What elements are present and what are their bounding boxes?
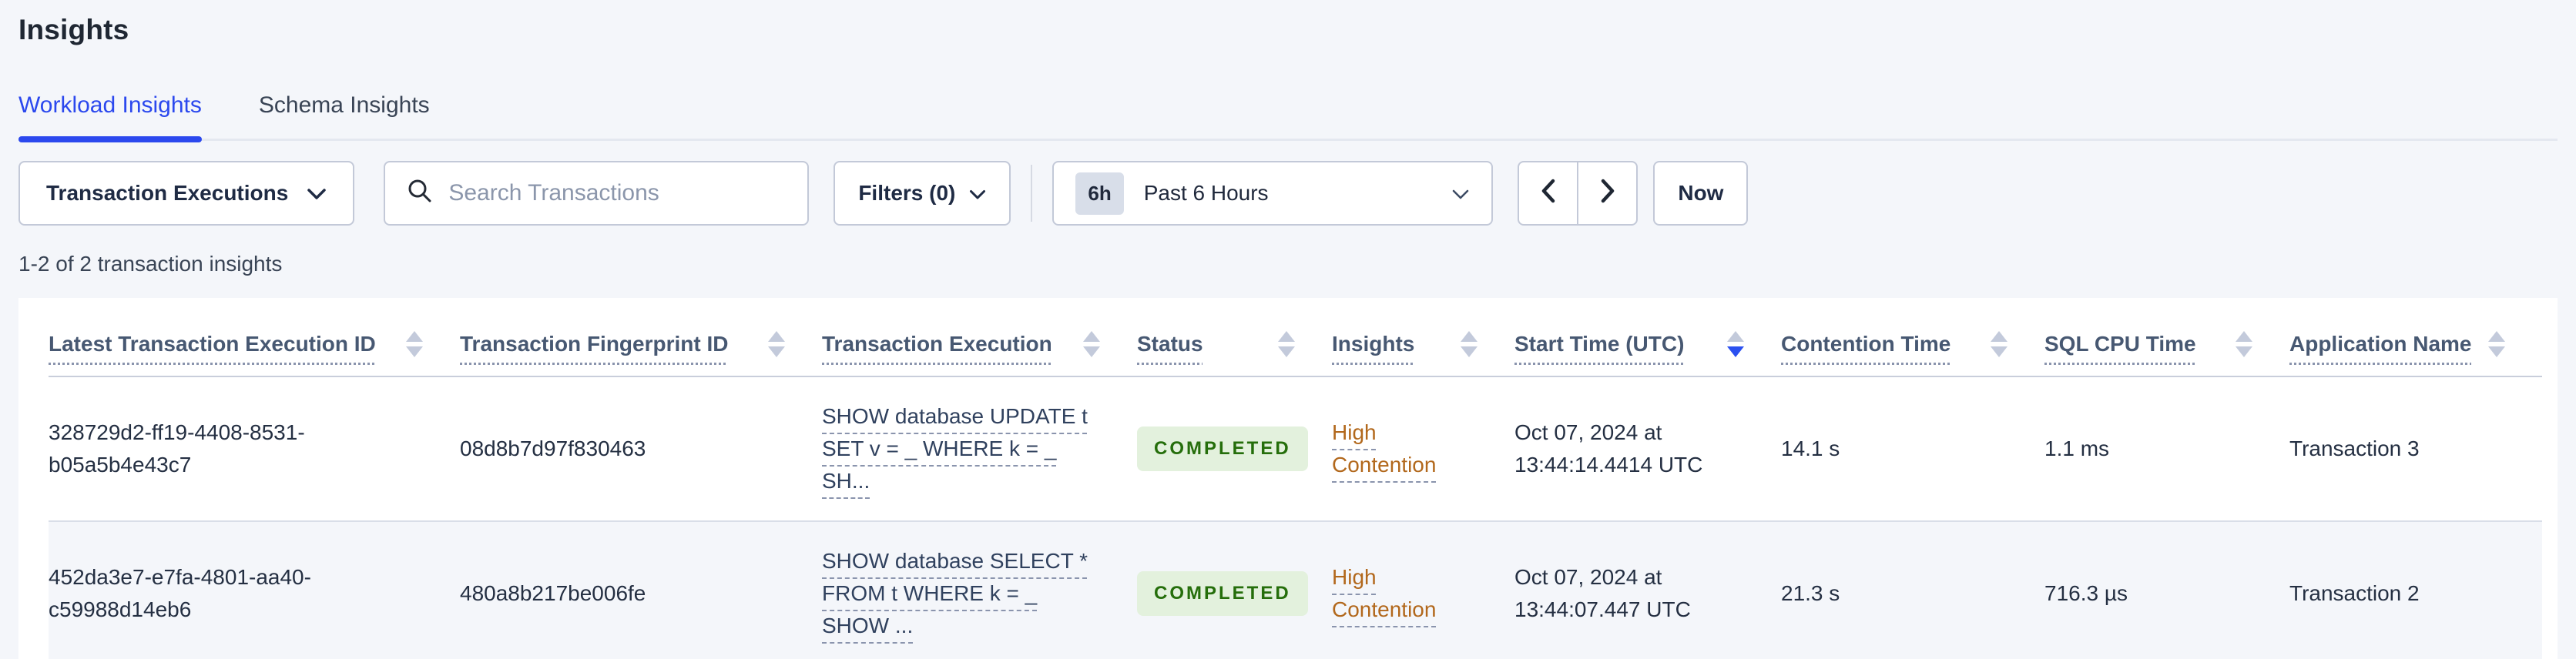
column-header-sql-cpu-time: SQL CPU Time: [2044, 298, 2289, 378]
cell-insights: High Contention: [1332, 376, 1514, 523]
chevron-down-icon: [969, 181, 986, 206]
sort-toggle-icon[interactable]: [2236, 330, 2252, 357]
cell-fingerprint-id: 480a8b217be006fe: [460, 521, 822, 659]
transaction-query-link[interactable]: SHOW database UPDATE t SET v = _ WHERE k…: [822, 404, 1088, 493]
column-header-label[interactable]: Transaction Execution: [822, 329, 1052, 359]
filters-button[interactable]: Filters (0): [834, 161, 1011, 226]
execution-type-dropdown[interactable]: Transaction Executions: [18, 161, 355, 226]
chevron-down-icon: [1451, 181, 1470, 206]
column-header-transaction-execution: Transaction Execution: [822, 298, 1137, 378]
sort-toggle-icon[interactable]: [1083, 330, 1100, 357]
results-count: 1-2 of 2 transaction insights: [18, 252, 283, 276]
search-icon: [407, 178, 433, 209]
cell-fingerprint-id: 08d8b7d97f830463: [460, 376, 822, 523]
column-header-label[interactable]: Transaction Fingerprint ID: [460, 329, 728, 359]
insights-page: Insights Workload Insights Schema Insigh…: [0, 0, 2576, 659]
column-header-label[interactable]: Insights: [1332, 329, 1414, 359]
tab-bar: Workload Insights Schema Insights: [18, 92, 2558, 142]
time-range-pager: [1518, 161, 1639, 226]
transaction-query-link[interactable]: SHOW database SELECT * FROM t WHERE k = …: [822, 549, 1088, 637]
table-row: 328729d2-ff19-4408-8531-b05a5b4e43c7 08d…: [49, 376, 2542, 523]
previous-time-range-button[interactable]: [1518, 161, 1578, 226]
insight-link[interactable]: High Contention: [1332, 561, 1463, 626]
column-header-application-name: Application Name: [2289, 298, 2542, 378]
sort-toggle-icon-active-desc[interactable]: [1727, 330, 1744, 357]
column-header-contention-time: Contention Time: [1781, 298, 2044, 378]
insights-table-card: Latest Transaction Execution ID Transact…: [18, 298, 2558, 659]
now-button[interactable]: Now: [1653, 161, 1749, 226]
cell-execution-id: 328729d2-ff19-4408-8531-b05a5b4e43c7: [49, 376, 460, 523]
cell-insights: High Contention: [1332, 521, 1514, 659]
next-time-range-button[interactable]: [1578, 161, 1639, 226]
sort-toggle-icon[interactable]: [406, 330, 423, 357]
tab-schema-insights[interactable]: Schema Insights: [259, 92, 430, 139]
cell-contention-time: 21.3 s: [1781, 521, 2044, 659]
toolbar: Transaction Executions Filters (0) 6h Pa…: [18, 161, 2558, 226]
column-header-label[interactable]: Start Time (UTC): [1514, 329, 1684, 359]
chevron-right-icon: [1599, 178, 1616, 209]
cell-sql-cpu-time: 716.3 µs: [2044, 521, 2289, 659]
page-title: Insights: [18, 14, 129, 45]
column-header-label[interactable]: Contention Time: [1781, 329, 1950, 359]
cell-start-time: Oct 07, 2024 at 13:44:14.4414 UTC: [1514, 376, 1781, 523]
sort-toggle-icon[interactable]: [2488, 330, 2505, 357]
cell-application-name: Transaction 3: [2289, 376, 2542, 523]
column-header-execution-id: Latest Transaction Execution ID: [49, 298, 460, 378]
cell-status: COMPLETED: [1137, 521, 1332, 659]
tab-workload-insights[interactable]: Workload Insights: [18, 92, 202, 142]
chevron-down-icon: [307, 181, 327, 206]
transaction-insights-table: Latest Transaction Execution ID Transact…: [49, 298, 2542, 659]
filters-button-label: Filters (0): [858, 181, 956, 205]
status-badge: COMPLETED: [1137, 427, 1308, 472]
table-header-row: Latest Transaction Execution ID Transact…: [49, 298, 2542, 378]
column-header-label[interactable]: Application Name: [2289, 329, 2471, 359]
cell-transaction-execution: SHOW database UPDATE t SET v = _ WHERE k…: [822, 376, 1137, 523]
cell-application-name: Transaction 2: [2289, 521, 2542, 659]
search-input[interactable]: [448, 180, 787, 206]
search-box: [384, 161, 810, 226]
sort-toggle-icon[interactable]: [1991, 330, 2007, 357]
cell-start-time: Oct 07, 2024 at 13:44:07.447 UTC: [1514, 521, 1781, 659]
status-badge: COMPLETED: [1137, 571, 1308, 617]
time-preset-badge: 6h: [1075, 172, 1124, 215]
column-header-start-time: Start Time (UTC): [1514, 298, 1781, 378]
insight-link[interactable]: High Contention: [1332, 416, 1463, 481]
sort-toggle-icon[interactable]: [1461, 330, 1478, 357]
sort-toggle-icon[interactable]: [1278, 330, 1295, 357]
toolbar-divider: [1031, 165, 1033, 222]
cell-sql-cpu-time: 1.1 ms: [2044, 376, 2289, 523]
column-header-label[interactable]: Latest Transaction Execution ID: [49, 329, 376, 359]
column-header-status: Status: [1137, 298, 1332, 378]
chevron-left-icon: [1540, 178, 1557, 209]
time-range-label: Past 6 Hours: [1143, 181, 1269, 205]
column-header-label[interactable]: Status: [1137, 329, 1203, 359]
column-header-fingerprint-id: Transaction Fingerprint ID: [460, 298, 822, 378]
column-header-insights: Insights: [1332, 298, 1514, 378]
cell-status: COMPLETED: [1137, 376, 1332, 523]
time-range-picker[interactable]: 6h Past 6 Hours: [1052, 161, 1494, 226]
cell-execution-id: 452da3e7-e7fa-4801-aa40-c59988d14eb6: [49, 521, 460, 659]
sort-toggle-icon[interactable]: [768, 330, 785, 357]
cell-transaction-execution: SHOW database SELECT * FROM t WHERE k = …: [822, 521, 1137, 659]
column-header-label[interactable]: SQL CPU Time: [2044, 329, 2196, 359]
cell-contention-time: 14.1 s: [1781, 376, 2044, 523]
execution-type-dropdown-label: Transaction Executions: [46, 181, 289, 205]
table-row: 452da3e7-e7fa-4801-aa40-c59988d14eb6 480…: [49, 521, 2542, 659]
